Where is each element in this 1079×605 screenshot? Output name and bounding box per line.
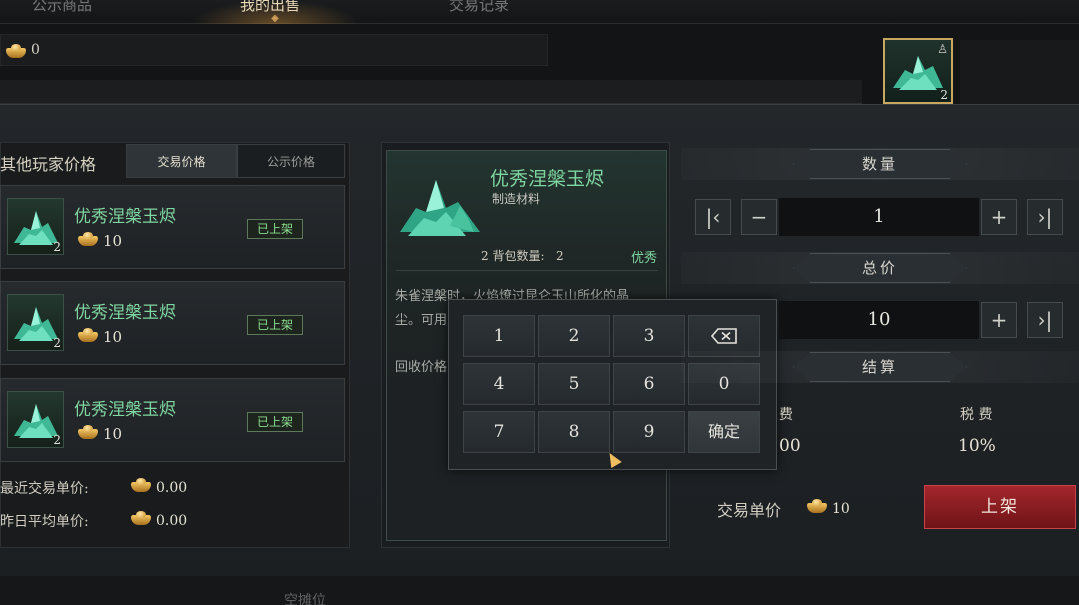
tax-label: 税 费 <box>960 407 993 423</box>
recent-price-label: 最近交易单价: <box>0 481 89 497</box>
listing-card[interactable]: 2 优秀涅槃玉烬 10 已上架 <box>0 378 345 462</box>
total-plus-button[interactable]: + <box>981 302 1017 338</box>
unit-price-label: 交易单价 <box>717 501 782 520</box>
numpad-key-9[interactable]: 9 <box>613 411 685 453</box>
gold-ingot-icon <box>130 511 152 525</box>
unit-price-value: 10 <box>802 499 850 517</box>
yesterday-avg-label: 昨日平均单价: <box>0 514 89 530</box>
tab-ornament-icon: ◆ <box>271 13 279 24</box>
numpad-key-7[interactable]: 7 <box>463 411 535 453</box>
item-count: 2 <box>53 433 61 447</box>
item-price: 10 <box>73 425 122 443</box>
numpad-key-6[interactable]: 6 <box>613 363 685 405</box>
quantity-header: 数量 <box>681 148 1079 180</box>
item-thumb: 2 <box>7 198 64 255</box>
gold-ingot-icon <box>130 478 152 492</box>
recent-price-value: 0.00 <box>126 478 187 496</box>
currency-bar: 0 <box>0 34 548 66</box>
tab-public-goods[interactable]: 公示商品 <box>32 0 92 15</box>
currency-amount: 0 <box>31 42 40 58</box>
fee-label: 费 <box>779 407 793 423</box>
item-name: 优秀涅槃玉烬 <box>74 303 176 323</box>
quantity-max-button[interactable]: ›| <box>1027 199 1063 235</box>
tab-trade-price[interactable]: 交易价格 <box>126 144 237 178</box>
gold-ingot-icon <box>77 425 99 439</box>
settlement-header: 结算 <box>681 351 1079 383</box>
gold-ingot-icon <box>806 499 828 513</box>
quantity-min-button[interactable]: |‹ <box>695 199 731 235</box>
item-name: 优秀涅槃玉烬 <box>490 168 605 190</box>
list-item-button[interactable]: 上架 <box>924 485 1076 529</box>
panel-title: 其他玩家价格 <box>0 155 97 174</box>
quantity-row: |‹ − 1 + ›| <box>681 196 1079 238</box>
inventory-slot[interactable]: ♙ 2 <box>883 38 953 104</box>
item-count: 2 <box>53 336 61 350</box>
header-strip <box>0 80 862 104</box>
bag-count: 2 背包数量: 2 <box>481 249 564 263</box>
gold-ingot-icon <box>5 44 27 58</box>
gold-ingot-icon <box>77 328 99 342</box>
fee-value: 00 <box>779 436 801 456</box>
quantity-plus-button[interactable]: + <box>981 199 1017 235</box>
gold-ingot-icon <box>77 232 99 246</box>
lock-icon: ♙ <box>937 42 948 56</box>
numpad-key-5[interactable]: 5 <box>538 363 610 405</box>
tab-trade-records[interactable]: 交易记录 <box>449 0 509 15</box>
status-badge: 已上架 <box>247 412 303 432</box>
recycle-price-label: 回收价格 <box>395 360 448 375</box>
quantity-input[interactable]: 1 <box>779 198 979 236</box>
total-header: 总价 <box>681 252 1079 284</box>
item-count: 2 <box>53 240 61 254</box>
top-tab-bar: 公示商品 我的出售 ◆ 交易记录 <box>0 0 1079 24</box>
numpad-key-2[interactable]: 2 <box>538 315 610 357</box>
status-badge: 已上架 <box>247 315 303 335</box>
jade-crystal-icon <box>400 180 480 236</box>
item-quality: 优秀 <box>631 251 658 266</box>
numpad-key-1[interactable]: 1 <box>463 315 535 357</box>
listing-card[interactable]: 2 优秀涅槃玉烬 10 已上架 <box>0 281 345 365</box>
bottom-bar <box>0 576 1079 605</box>
item-thumb: 2 <box>7 294 64 351</box>
divider <box>396 270 658 271</box>
tab-public-price[interactable]: 公示价格 <box>237 144 345 178</box>
total-max-button[interactable]: ›| <box>1027 302 1063 338</box>
status-badge: 已上架 <box>247 219 303 239</box>
item-name: 优秀涅槃玉烬 <box>74 207 176 227</box>
numpad-key-8[interactable]: 8 <box>538 411 610 453</box>
item-thumb: 2 <box>7 391 64 448</box>
total-row: 10 + ›| <box>681 300 1079 342</box>
item-price: 10 <box>73 328 122 346</box>
empty-stall-label: 空摊位 <box>284 593 326 605</box>
inventory-row <box>960 40 1079 104</box>
tax-value: 10% <box>958 436 996 456</box>
quantity-minus-button[interactable]: − <box>741 199 777 235</box>
item-type: 制造材料 <box>492 192 541 206</box>
slot-count: 2 <box>940 88 948 102</box>
confirm-button[interactable]: 确定 <box>688 411 760 453</box>
numpad-key-4[interactable]: 4 <box>463 363 535 405</box>
total-price-input[interactable]: 10 <box>779 301 979 339</box>
item-price: 10 <box>73 232 122 250</box>
numpad-key-3[interactable]: 3 <box>613 315 685 357</box>
item-name: 优秀涅槃玉烬 <box>74 400 176 420</box>
listing-card[interactable]: 2 优秀涅槃玉烬 10 已上架 <box>0 185 345 269</box>
yesterday-avg-value: 0.00 <box>126 511 187 529</box>
